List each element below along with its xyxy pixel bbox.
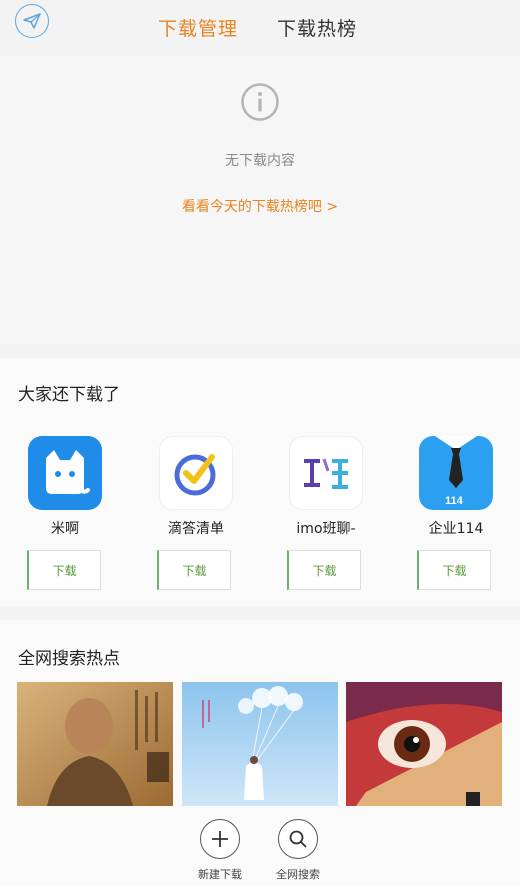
- section-title: 大家还下载了: [18, 385, 120, 405]
- web-search-label: 全网搜索: [276, 868, 320, 881]
- tab-download-ranking[interactable]: 下载热榜: [277, 14, 357, 41]
- web-search-button[interactable]: [278, 819, 318, 859]
- poster-eye-image[interactable]: [346, 682, 502, 806]
- app-name: 滴答清单: [168, 521, 224, 537]
- cat-face-app-icon[interactable]: [28, 436, 102, 510]
- app-card: 滴答清单 下载: [142, 436, 252, 596]
- top-nav-bar: 下载管理 下载热榜: [0, 0, 520, 56]
- app-card: 114 企业114 下载: [402, 436, 512, 596]
- info-icon: [240, 82, 280, 126]
- plus-icon: [212, 831, 228, 847]
- app-name: imo班聊-: [296, 521, 356, 537]
- hot-search-section: 全网搜索热点 新建下载 全网搜索: [0, 620, 520, 886]
- search-icon: [289, 830, 307, 848]
- poster-monk-image[interactable]: [17, 682, 173, 806]
- app-name: 企业114: [428, 521, 484, 537]
- paper-plane-icon[interactable]: [15, 4, 49, 38]
- recommended-apps-section: 大家还下载了 米啊 下载 滴答清单 下载 imo班聊- 下载 114 企业114…: [0, 358, 520, 606]
- download-button[interactable]: 下载: [27, 550, 101, 590]
- view-ranking-link[interactable]: 看看今天的下载热榜吧 >: [0, 196, 520, 216]
- app-card: imo班聊- 下载: [272, 436, 382, 596]
- svg-text:114: 114: [445, 495, 464, 507]
- ban-character-app-icon[interactable]: [289, 436, 363, 510]
- download-button[interactable]: 下载: [287, 550, 361, 590]
- download-button[interactable]: 下载: [157, 550, 231, 590]
- app-card: 米啊 下载: [11, 436, 121, 596]
- app-name: 米啊: [51, 521, 79, 537]
- necktie-114-app-icon[interactable]: 114: [419, 436, 493, 510]
- poster-balloons-image[interactable]: [182, 682, 338, 806]
- download-button[interactable]: 下载: [417, 550, 491, 590]
- empty-download-panel: 无下载内容 看看今天的下载热榜吧 >: [0, 56, 520, 344]
- empty-message: 无下载内容: [225, 153, 295, 169]
- new-download-button[interactable]: [200, 819, 240, 859]
- section-title: 全网搜索热点: [18, 649, 120, 669]
- new-download-label: 新建下载: [198, 868, 242, 881]
- tab-download-manager[interactable]: 下载管理: [158, 14, 238, 41]
- checkmark-app-icon[interactable]: [159, 436, 233, 510]
